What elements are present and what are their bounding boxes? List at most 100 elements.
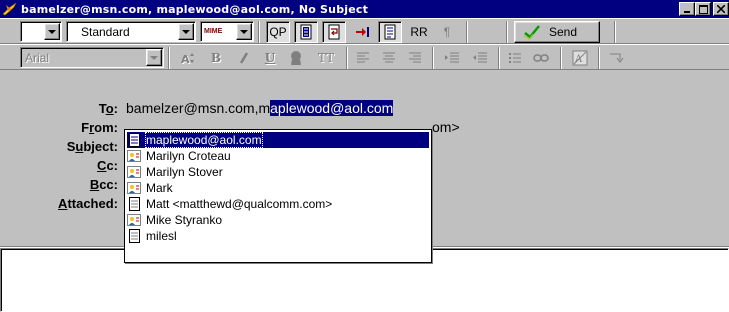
person-card-icon: [127, 181, 141, 196]
align-left-button[interactable]: [352, 47, 374, 69]
tt-label: TT: [317, 51, 335, 65]
insert-rule-button[interactable]: [604, 47, 628, 69]
qp-button[interactable]: QP: [266, 21, 290, 43]
svg-text:A: A: [181, 53, 190, 65]
toolbar-separator: [560, 47, 562, 69]
format-value: Standard: [81, 24, 130, 39]
title-bar[interactable]: bamelzer@msn.com, maplewood@aol.com, No …: [0, 0, 729, 18]
priority-select[interactable]: [20, 21, 62, 42]
address-autocomplete-list: maplewood@aol.com Marilyn Croteau Marily…: [124, 129, 432, 263]
align-left-icon: [357, 52, 369, 63]
link-icon: [533, 54, 549, 62]
text-color-button[interactable]: [284, 47, 308, 69]
to-field[interactable]: bamelzer@msn.com,maplewood@aol.com: [126, 100, 394, 116]
underline-label: U: [264, 51, 276, 65]
italic-button[interactable]: [232, 47, 256, 69]
toolbar-separator: [432, 47, 434, 69]
font-dropdown-arrow[interactable]: [146, 49, 162, 66]
font-value: Arial: [25, 50, 50, 65]
autocomplete-item[interactable]: Marilyn Stover: [127, 164, 429, 180]
align-center-button[interactable]: [378, 47, 400, 69]
bullet-list-button[interactable]: [504, 47, 526, 69]
minimize-button[interactable]: [679, 2, 695, 16]
word-wrap-icon: [328, 24, 340, 40]
mime-dropdown-arrow[interactable]: [236, 23, 252, 40]
to-value-selected: aplewood@aol.com: [270, 100, 394, 116]
to-value-text: bamelzer@msn.com,m: [126, 100, 271, 116]
autocomplete-item[interactable]: maplewood@aol.com: [127, 132, 429, 148]
send-check-icon: [523, 25, 540, 40]
underline-button[interactable]: U: [258, 47, 282, 69]
toolbar-separator: [346, 47, 348, 69]
bullet-list-icon: [509, 53, 521, 63]
formatting-toolbar: Arial A B U TT: [0, 44, 729, 70]
align-right-button[interactable]: [404, 47, 426, 69]
fixed-width-button[interactable]: TT: [312, 47, 340, 69]
keep-copy-button[interactable]: [378, 21, 402, 43]
insert-link-button[interactable]: [530, 47, 552, 69]
minimize-icon: [684, 11, 690, 13]
text-color-icon: [291, 51, 301, 65]
maximize-icon: [698, 4, 708, 14]
format-select[interactable]: Standard: [66, 21, 196, 42]
font-size-icon: A: [181, 53, 194, 65]
toolbar-separator: [598, 47, 600, 69]
compose-window: bamelzer@msn.com, maplewood@aol.com, No …: [0, 0, 729, 312]
send-button[interactable]: Send: [514, 21, 600, 43]
autocomplete-item[interactable]: Matt <matthewd@qualcomm.com>: [127, 196, 429, 212]
close-icon: [717, 5, 725, 13]
toolbar-separator: [258, 21, 260, 43]
chevron-down-icon: [150, 55, 158, 60]
autocomplete-item[interactable]: Mark: [127, 180, 429, 196]
toolbar-separator: [614, 21, 616, 43]
chevron-down-icon: [182, 29, 190, 34]
font-size-button[interactable]: A: [176, 47, 200, 69]
mime-select[interactable]: MIME: [200, 21, 254, 42]
horizontal-rule-icon: [610, 53, 624, 63]
rr-label: RR: [410, 25, 428, 39]
note-icon: [127, 229, 141, 244]
indent-button[interactable]: [440, 47, 464, 69]
bcc-label: Bcc:: [89, 177, 118, 192]
note-icon: [127, 197, 141, 212]
priority-dropdown-arrow[interactable]: [44, 23, 60, 40]
align-right-icon: [409, 52, 421, 63]
eudora-app-icon: [2, 1, 18, 17]
from-label: From:: [81, 120, 118, 135]
autocomplete-item[interactable]: Marilyn Croteau: [127, 148, 429, 164]
indent-icon: [445, 52, 459, 63]
clear-formatting-button[interactable]: A: [568, 47, 592, 69]
chevron-down-icon: [240, 29, 248, 34]
show-paragraph-button[interactable]: ¶: [436, 21, 458, 43]
window-title: bamelzer@msn.com, maplewood@aol.com, No …: [21, 2, 369, 16]
format-dropdown-arrow[interactable]: [178, 23, 194, 40]
text-as-document-button[interactable]: [294, 21, 318, 43]
copy-document-icon: [384, 24, 396, 40]
mime-label: MIME: [204, 28, 223, 35]
maximize-button[interactable]: [695, 2, 711, 16]
font-select[interactable]: Arial: [20, 47, 164, 68]
person-card-icon: [127, 213, 141, 228]
autocomplete-item[interactable]: milesl: [127, 228, 429, 244]
to-label: To:: [98, 101, 118, 116]
toolbar-separator: [498, 47, 500, 69]
autocomplete-item[interactable]: Mike Styranko: [127, 212, 429, 228]
outdent-icon: [473, 52, 487, 63]
italic-icon: [239, 52, 249, 64]
subject-label: Subject:: [66, 139, 118, 154]
close-button[interactable]: [713, 2, 729, 16]
from-field[interactable]: om>: [432, 119, 460, 135]
note-icon: [127, 133, 141, 148]
clear-formatting-icon: A: [572, 50, 588, 66]
send-label: Send: [549, 25, 578, 39]
bold-button[interactable]: B: [204, 47, 228, 69]
from-value-tail: om>: [432, 119, 460, 135]
tabs-in-body-button[interactable]: [350, 21, 374, 43]
return-receipt-button[interactable]: RR: [406, 21, 432, 43]
align-center-icon: [383, 52, 395, 63]
outdent-button[interactable]: [468, 47, 492, 69]
toolbar-separator: [168, 47, 170, 69]
message-toolbar: Standard MIME QP RR ¶ Send: [0, 18, 729, 44]
word-wrap-button[interactable]: [322, 21, 346, 43]
bold-label: B: [210, 51, 222, 65]
